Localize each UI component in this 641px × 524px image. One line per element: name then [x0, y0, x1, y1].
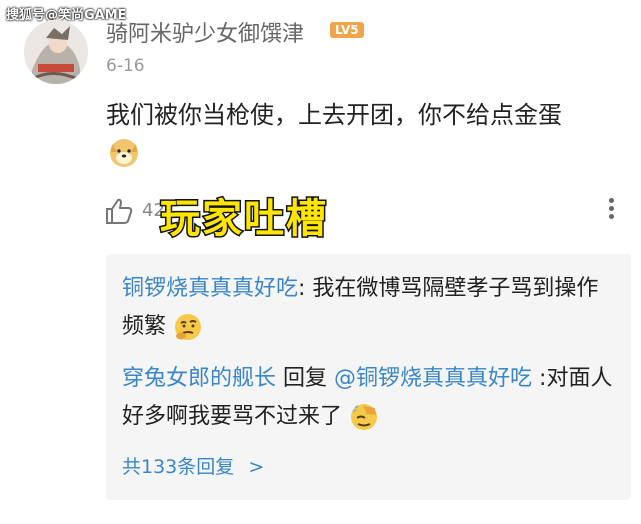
comment-username[interactable]: 骑阿米驴少女御馔津 [106, 16, 304, 48]
comment-date: 6-16 [106, 56, 145, 76]
reply-word: 回复 [276, 366, 335, 391]
thinking-emoji [173, 312, 203, 342]
reply-item[interactable]: 穿兔女郎的舰长 回复 @铜锣烧真真真好吃 :对面人好多啊我要骂不过来了 [122, 360, 617, 436]
reply-author[interactable]: 穿兔女郎的舰长 [122, 366, 276, 391]
reply-separator: : [532, 366, 547, 391]
doge-emoji [108, 136, 140, 168]
more-replies-label: 共133条回复 [122, 456, 235, 478]
reply-mention[interactable]: @铜锣烧真真真好吃 [334, 366, 532, 391]
more-replies-link[interactable]: 共133条回复 > [122, 452, 264, 479]
overlay-title: 玩家吐槽 [159, 195, 328, 244]
user-avatar[interactable] [24, 20, 88, 84]
reply-item[interactable]: 铜锣烧真真真好吃: 我在微博骂隔壁孝子骂到操作频繁 [122, 270, 617, 346]
facepalm-emoji [349, 402, 379, 432]
replies-panel: 铜锣烧真真真好吃: 我在微博骂隔壁孝子骂到操作频繁 穿兔女郎的舰长 回复 @铜锣… [106, 254, 631, 500]
thumbs-up-icon[interactable] [104, 196, 134, 226]
chevron-right-icon: > [248, 456, 265, 478]
more-vertical-icon[interactable] [606, 198, 616, 224]
comment-body: 我们被你当枪使，上去开团，你不给点金蛋 [106, 101, 562, 129]
level-badge: LV5 [330, 22, 364, 38]
reply-author[interactable]: 铜锣烧真真真好吃 [122, 276, 298, 301]
reply-separator: : [298, 276, 313, 301]
